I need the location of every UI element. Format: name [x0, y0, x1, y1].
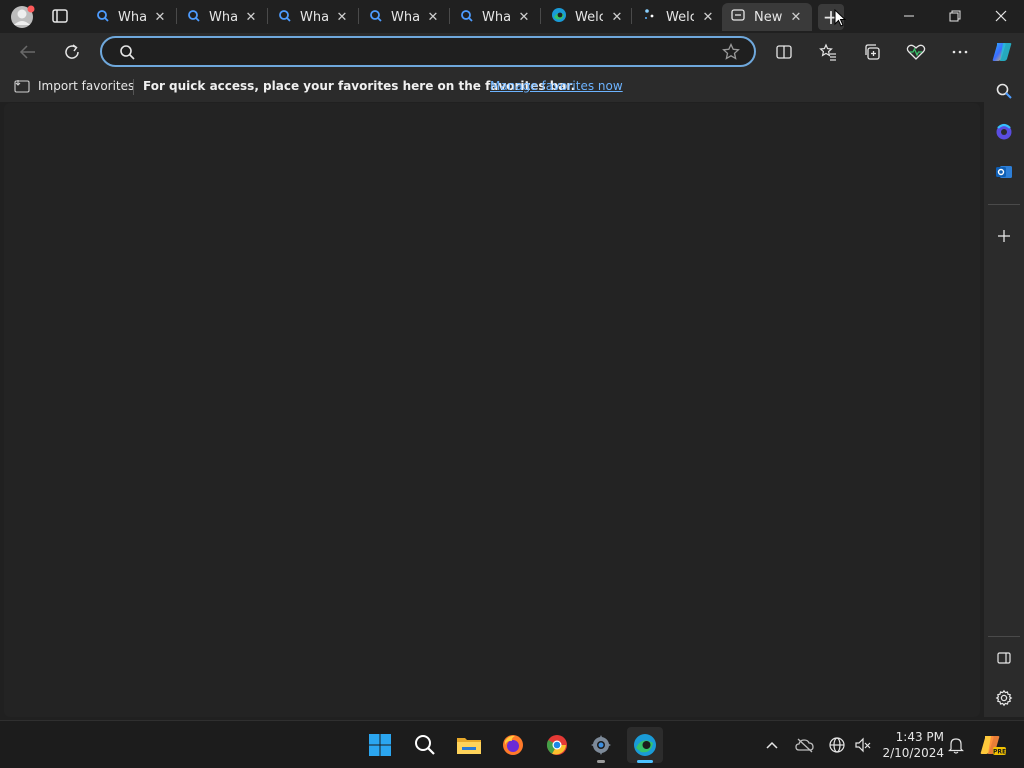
close-icon[interactable]: ✕: [154, 10, 166, 25]
sidebar-copilot-button[interactable]: [988, 116, 1020, 148]
tab-title: New: [754, 9, 782, 25]
settings-app-icon[interactable]: [583, 727, 619, 763]
notifications-bell-icon[interactable]: [944, 733, 968, 757]
favorites-bar: Import favorites For quick access, place…: [0, 71, 985, 102]
tab-what-4[interactable]: What ✕: [361, 4, 447, 30]
restore-button[interactable]: [932, 0, 978, 32]
taskbar: 1:43 PM 2/10/2024 PRE: [0, 720, 1024, 768]
tab-title: Welc: [666, 9, 694, 25]
tab-what-3[interactable]: What ✕: [270, 4, 356, 30]
address-bar[interactable]: [100, 36, 756, 67]
tab-what-5[interactable]: What ✕: [452, 4, 538, 30]
close-icon[interactable]: ✕: [336, 10, 348, 25]
network-icon[interactable]: [825, 733, 849, 757]
refresh-button[interactable]: [56, 36, 88, 68]
page-content: [4, 103, 980, 717]
manage-favorites-link[interactable]: Manage favorites now: [490, 79, 623, 93]
firefox-icon[interactable]: [495, 727, 531, 763]
tab-what-2[interactable]: What ✕: [179, 4, 265, 30]
address-input[interactable]: [142, 41, 712, 62]
sidebar-outlook-button[interactable]: [988, 156, 1020, 188]
close-icon[interactable]: ✕: [611, 10, 623, 25]
chrome-icon[interactable]: [539, 727, 575, 763]
sidebar: [984, 71, 1024, 717]
edge-icon: [551, 7, 567, 27]
search-icon: [118, 43, 136, 65]
show-hidden-icons-button[interactable]: [760, 733, 784, 757]
taskbar-search-button[interactable]: [407, 727, 443, 763]
sparkle-icon: [642, 7, 658, 27]
mouse-cursor-icon: [834, 8, 847, 31]
sidebar-search-button[interactable]: [988, 75, 1020, 107]
close-icon[interactable]: ✕: [790, 10, 802, 25]
tab-title: What: [209, 9, 237, 25]
copilot-icon[interactable]: [986, 36, 1018, 68]
close-icon[interactable]: ✕: [518, 10, 530, 25]
tab-new-tab[interactable]: New ✕: [722, 3, 812, 31]
tab-actions-icon[interactable]: [50, 6, 70, 26]
start-button[interactable]: [362, 727, 398, 763]
sidebar-settings-button[interactable]: [988, 682, 1020, 714]
import-icon: [14, 79, 30, 93]
import-favorites-button[interactable]: Import favorites: [14, 79, 134, 93]
toolbar: [0, 33, 1024, 71]
collections-button[interactable]: [856, 36, 888, 68]
newtab-icon: [730, 7, 746, 27]
search-icon: [278, 8, 292, 27]
search-icon: [96, 8, 110, 27]
split-screen-button[interactable]: [768, 36, 800, 68]
more-options-button[interactable]: [944, 36, 976, 68]
tab-what-1[interactable]: What ✕: [88, 4, 174, 30]
sidebar-add-button[interactable]: [988, 220, 1020, 252]
onedrive-offline-icon[interactable]: [793, 733, 817, 757]
sidebar-divider: [988, 636, 1020, 637]
title-bar: What ✕ What ✕ What ✕ What ✕ What ✕ Welc …: [0, 0, 1024, 33]
tab-title: What: [300, 9, 328, 25]
hide-sidebar-button[interactable]: [988, 642, 1020, 674]
profile-avatar[interactable]: [9, 4, 35, 30]
svg-text:PRE: PRE: [993, 749, 1006, 756]
minimize-button[interactable]: [886, 0, 932, 32]
tab-welcome-copilot[interactable]: Welc ✕: [634, 4, 720, 30]
tab-title: What: [482, 9, 510, 25]
tab-welcome-edge[interactable]: Welc ✕: [543, 4, 629, 30]
copilot-preview-icon[interactable]: PRE: [978, 733, 1008, 757]
clock-date: 2/10/2024: [882, 746, 944, 760]
sidebar-divider: [988, 204, 1020, 205]
clock-time: 1:43 PM: [895, 730, 944, 744]
close-icon[interactable]: ✕: [702, 10, 714, 25]
search-icon: [369, 8, 383, 27]
close-icon[interactable]: ✕: [427, 10, 439, 25]
system-clock[interactable]: 1:43 PM 2/10/2024: [880, 729, 944, 761]
favorites-button[interactable]: [812, 36, 844, 68]
close-window-button[interactable]: [978, 0, 1024, 32]
browser-essentials-button[interactable]: [900, 36, 932, 68]
back-button[interactable]: [12, 36, 44, 68]
import-favorites-label: Import favorites: [38, 79, 135, 93]
tab-title: What: [118, 9, 146, 25]
edge-taskbar-icon[interactable]: [627, 727, 663, 763]
search-icon: [187, 8, 201, 27]
close-icon[interactable]: ✕: [245, 10, 257, 25]
volume-muted-icon[interactable]: [851, 733, 875, 757]
favorite-star-icon[interactable]: [722, 42, 740, 65]
file-explorer-icon[interactable]: [451, 727, 487, 763]
favorites-divider: [133, 79, 134, 95]
tab-title: What: [391, 9, 419, 25]
search-icon: [460, 8, 474, 27]
tab-title: Welc: [575, 9, 603, 25]
